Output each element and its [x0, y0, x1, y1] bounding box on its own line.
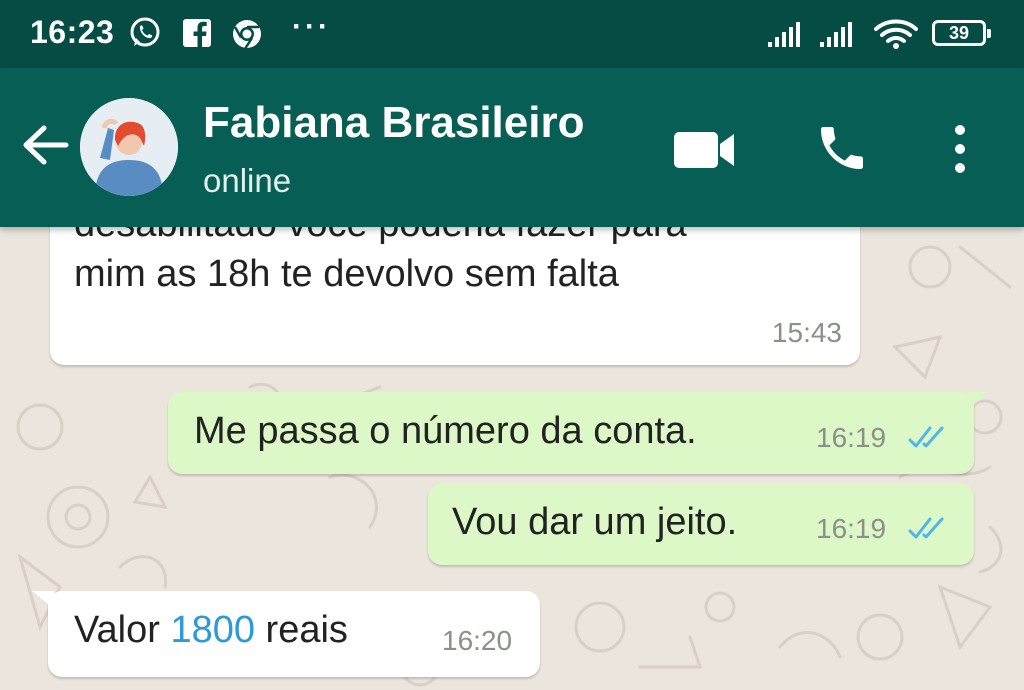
message-text: desabilitado você poderia fazer para — [74, 227, 687, 246]
message-time: 16:19 — [816, 513, 887, 544]
amount-link[interactable]: 1800 — [170, 609, 255, 651]
message-text: Me passa o número da conta. — [194, 410, 697, 452]
double-check-icon — [908, 515, 956, 548]
message-time: 16:19 — [816, 422, 887, 453]
avatar[interactable] — [80, 98, 178, 196]
more-vert-icon[interactable] — [950, 124, 970, 179]
signal-icon — [820, 20, 860, 53]
bubble-tail — [32, 591, 54, 609]
chat-area[interactable]: desabilitado você poderia fazer para mim… — [0, 227, 1024, 690]
more-notifications-indicator: ··· — [292, 10, 331, 43]
message-bubble-incoming[interactable]: Valor 1800 reais 16:20 — [32, 591, 540, 677]
battery-icon: 39 — [932, 20, 991, 46]
chrome-icon — [230, 17, 264, 56]
message-bubble-outgoing[interactable]: Me passa o número da conta. 16:19 — [168, 392, 988, 474]
status-time: 16:23 — [30, 14, 115, 50]
signal-icon — [768, 20, 808, 53]
message-text: Valor 1800 reais — [74, 609, 348, 651]
message-time: 15:43 — [771, 317, 842, 348]
chat-header: Fabiana Brasileiro online — [0, 68, 1024, 227]
double-check-icon — [908, 424, 956, 457]
contact-name[interactable]: Fabiana Brasileiro — [203, 98, 584, 148]
contact-status: online — [203, 162, 292, 199]
phone-icon[interactable] — [814, 120, 870, 181]
message-time: 16:20 — [442, 625, 513, 656]
message-text: Vou dar um jeito. — [452, 501, 738, 543]
back-arrow-icon[interactable] — [20, 120, 70, 175]
video-call-icon[interactable] — [674, 130, 736, 175]
bubble-tail — [968, 392, 988, 410]
message-bubble-outgoing[interactable]: Vou dar um jeito. 16:19 — [428, 483, 974, 565]
whatsapp-icon — [128, 16, 162, 55]
wifi-icon — [874, 18, 918, 55]
message-bubble-incoming[interactable]: desabilitado você poderia fazer para mim… — [50, 227, 860, 365]
status-bar: 16:23 ··· 39 — [0, 0, 1024, 68]
message-text: mim as 18h te devolvo sem falta — [74, 253, 619, 295]
facebook-icon — [182, 18, 212, 53]
